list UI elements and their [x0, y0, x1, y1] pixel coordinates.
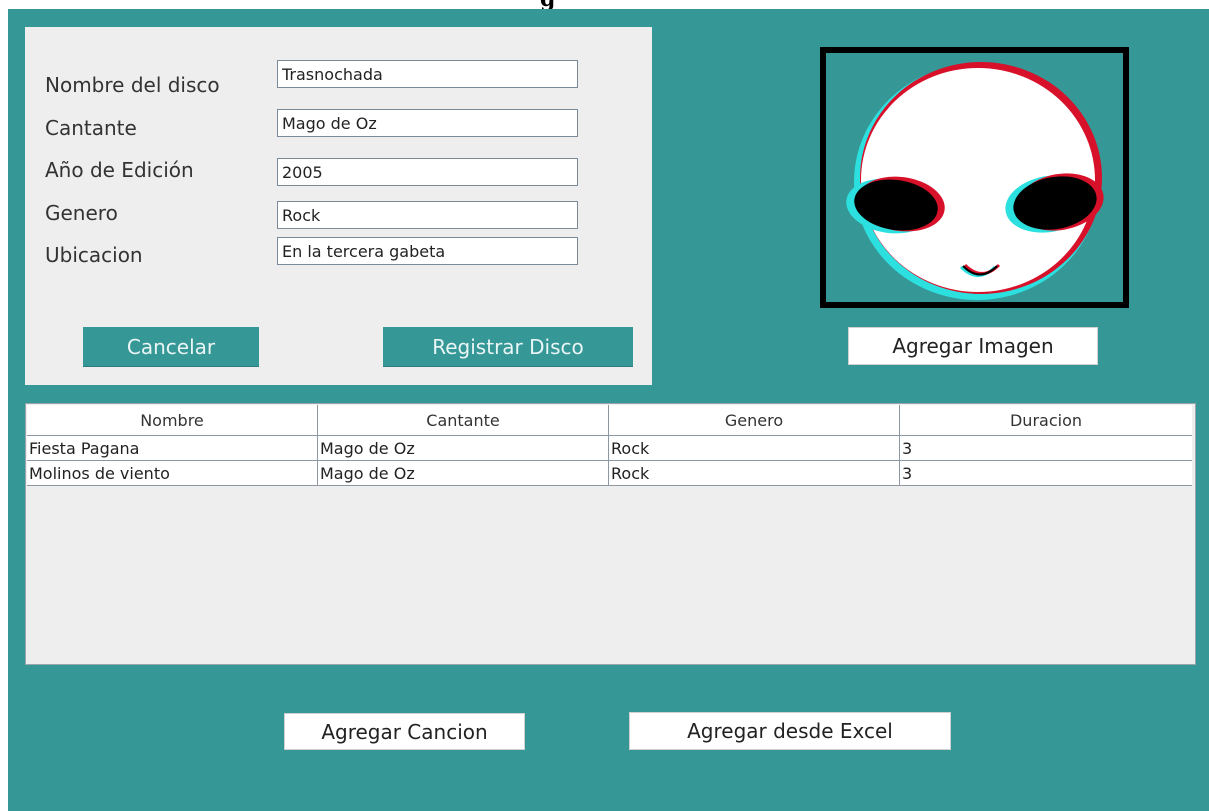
album-name-input[interactable]	[277, 60, 578, 88]
table-row[interactable]: Molinos de viento Mago de Oz Rock 3	[27, 461, 1192, 486]
column-header-duracion[interactable]: Duracion	[900, 405, 1192, 435]
top-strip: g	[0, 0, 1209, 9]
table-cell-duracion[interactable]: 3	[900, 461, 1192, 485]
alien-face-icon	[846, 62, 1104, 300]
singer-label: Cantante	[45, 116, 137, 140]
album-name-label: Nombre del disco	[45, 73, 220, 97]
year-label: Año de Edición	[45, 158, 194, 182]
column-header-genero[interactable]: Genero	[609, 405, 900, 435]
cancel-button[interactable]: Cancelar	[83, 327, 259, 367]
app-window: Nombre del disco Cantante Año de Edición…	[8, 9, 1209, 811]
genre-input[interactable]	[277, 201, 578, 229]
add-song-button[interactable]: Agregar Cancion	[284, 713, 525, 750]
table-row[interactable]: Fiesta Pagana Mago de Oz Rock 3	[27, 436, 1192, 461]
column-header-cantante[interactable]: Cantante	[318, 405, 609, 435]
table-cell-duracion[interactable]: 3	[900, 436, 1192, 460]
songs-table: Nombre Cantante Genero Duracion Fiesta P…	[25, 403, 1196, 665]
album-image-frame	[820, 47, 1129, 308]
table-header: Nombre Cantante Genero Duracion	[27, 405, 1192, 436]
genre-label: Genero	[45, 201, 118, 225]
clipped-title-fragment: g	[540, 0, 555, 9]
table-cell-genero[interactable]: Rock	[609, 436, 900, 460]
table-cell-cantante[interactable]: Mago de Oz	[318, 461, 609, 485]
songs-table-inner: Nombre Cantante Genero Duracion Fiesta P…	[27, 405, 1192, 486]
table-cell-genero[interactable]: Rock	[609, 461, 900, 485]
disc-form-panel: Nombre del disco Cantante Año de Edición…	[25, 27, 652, 385]
table-cell-cantante[interactable]: Mago de Oz	[318, 436, 609, 460]
location-input[interactable]	[277, 237, 578, 265]
singer-input[interactable]	[277, 109, 578, 137]
table-cell-nombre[interactable]: Molinos de viento	[27, 461, 318, 485]
add-image-button[interactable]: Agregar Imagen	[848, 327, 1098, 365]
year-input[interactable]	[277, 158, 578, 186]
add-from-excel-button[interactable]: Agregar desde Excel	[629, 712, 951, 750]
column-header-nombre[interactable]: Nombre	[27, 405, 318, 435]
location-label: Ubicacion	[45, 243, 143, 267]
register-disc-button[interactable]: Registrar Disco	[383, 327, 633, 367]
table-cell-nombre[interactable]: Fiesta Pagana	[27, 436, 318, 460]
